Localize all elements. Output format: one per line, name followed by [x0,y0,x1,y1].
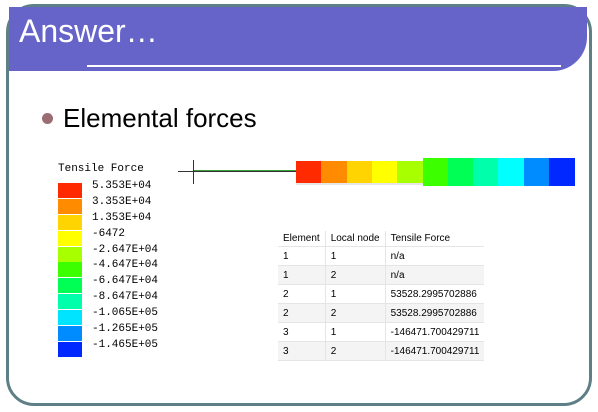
cell-tensile-force: 53528.2995702886 [384,303,485,323]
legend-label: -1.265E+05 [92,323,159,336]
title-banner: Answer… [9,7,587,71]
bullet-text: Elemental forces [63,103,257,133]
table-row: 1 1 n/a [278,246,485,266]
legend-swatch [58,262,82,278]
cell-tensile-force: n/a [384,265,485,285]
legend-label: -2.647E+04 [92,243,159,256]
slide-title: Answer… [19,13,158,49]
cell-element: 2 [278,284,326,304]
legend-swatch [58,294,82,310]
axis-vertical [193,160,194,184]
cell-local-node: 1 [324,284,386,304]
bar-segment [473,158,499,186]
bar-segment [549,158,575,186]
bar-segment [447,158,474,186]
table-row: 2 2 53528.2995702886 [278,303,485,323]
cell-tensile-force: 53528.2995702886 [384,284,485,304]
bar-segment [346,161,373,183]
legend-swatch [58,214,82,230]
bar-segment [523,158,550,186]
cell-local-node: 1 [324,322,386,342]
legend-label: 5.353E+04 [92,180,152,192]
table-row: 2 1 53528.2995702886 [278,284,485,304]
bar-segment [371,161,398,183]
legend-label: 1.353E+04 [92,211,152,224]
legend-label: -8.647E+04 [92,291,159,304]
legend-swatch [58,310,82,326]
legend-swatch [58,183,82,198]
cell-local-node: 1 [324,246,386,266]
legend-swatch [58,278,82,294]
axis-horizontal [178,171,296,172]
table-row: 3 1 -146471.700429711 [278,322,485,342]
cell-element: 1 [278,265,326,285]
bar-segment [397,161,423,183]
column-header-tensile-force: Tensile Force [384,231,485,247]
legend-swatch [58,198,82,214]
legend-swatch [58,326,82,342]
legend-swatch [58,341,82,357]
force-table: Element Local node Tensile Force 1 1 n/a… [278,231,485,361]
cell-tensile-force: -146471.700429711 [384,322,485,342]
legend-label: -1.465E+05 [92,338,159,351]
cell-element: 3 [278,341,326,361]
bar-segment [321,161,348,183]
element-1-line [194,170,296,171]
bar-segment [422,158,449,186]
cell-tensile-force: n/a [384,246,485,266]
legend-label: -1.065E+05 [92,307,159,320]
table-row: 3 2 -146471.700429711 [278,341,485,361]
column-header-element: Element [278,231,326,247]
legend-label: -4.647E+04 [92,259,159,272]
legend-label: -6472 [92,227,126,240]
title-rule [87,65,561,67]
cell-element: 1 [278,246,326,266]
legend-swatch [58,246,82,262]
cell-local-node: 2 [324,303,386,323]
bar-segment [498,158,525,186]
cell-element: 2 [278,303,326,323]
legend-label: -6.647E+04 [92,275,159,288]
legend-label: 3.353E+04 [92,195,152,208]
bar-segment [296,161,322,183]
column-header-local-node: Local node [324,231,386,247]
cell-element: 3 [278,322,326,342]
legend-swatch [58,230,82,246]
table-row: 1 2 n/a [278,265,485,285]
cell-local-node: 2 [324,341,386,361]
cell-local-node: 2 [324,265,386,285]
cell-tensile-force: -146471.700429711 [384,341,485,361]
legend-title: Tensile Force [58,163,144,175]
bullet-icon [42,113,53,124]
